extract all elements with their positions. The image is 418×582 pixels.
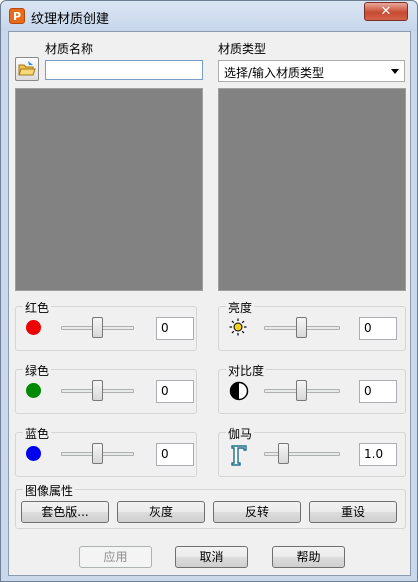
green-dot-icon: [26, 383, 41, 398]
green-group: 绿色 0: [15, 362, 197, 414]
brightness-group: 亮度 0: [218, 299, 406, 351]
folder-icon: [18, 61, 36, 76]
result-preview: [218, 88, 406, 291]
red-value-input[interactable]: 0: [156, 317, 194, 340]
help-button[interactable]: 帮助: [272, 546, 345, 568]
gamma-icon: [231, 445, 247, 466]
contrast-value-input[interactable]: 0: [359, 380, 397, 403]
blue-label: 蓝色: [23, 425, 52, 442]
apply-button[interactable]: 应用: [79, 546, 152, 568]
red-slider-thumb[interactable]: [92, 317, 103, 338]
close-button[interactable]: ✕: [364, 2, 408, 21]
blue-slider-thumb[interactable]: [92, 443, 103, 464]
blue-dot-icon: [26, 446, 41, 461]
sun-icon: [229, 318, 247, 336]
red-dot-icon: [26, 320, 41, 335]
material-name-label: 材质名称: [45, 42, 94, 56]
invert-button[interactable]: 反转: [213, 501, 301, 523]
green-slider-thumb[interactable]: [92, 380, 103, 401]
brightness-label: 亮度: [226, 299, 255, 316]
contrast-slider-thumb[interactable]: [296, 380, 307, 401]
source-preview: [15, 88, 203, 291]
blue-group: 蓝色 0: [15, 425, 197, 477]
open-folder-button[interactable]: [15, 57, 39, 81]
material-type-label: 材质类型: [218, 42, 267, 56]
cancel-button[interactable]: 取消: [175, 546, 248, 568]
app-icon: P: [9, 8, 25, 24]
dialog-window: P 纹理材质创建 ✕ 材质名称 材质类型 选择/输入材质类型 红色 0 绿色 0…: [0, 0, 418, 582]
gamma-slider-track[interactable]: [264, 452, 340, 456]
image-properties-group: 图像属性 套色版... 灰度 反转 重设: [15, 482, 406, 529]
gamma-label: 伽马: [226, 425, 255, 442]
gamma-group: 伽马 1.0: [218, 425, 406, 477]
material-name-input[interactable]: [45, 60, 203, 80]
window-title: 纹理材质创建: [31, 12, 110, 27]
gamma-slider-thumb[interactable]: [278, 443, 289, 464]
image-properties-label: 图像属性: [23, 482, 76, 499]
gamma-value-input[interactable]: 1.0: [359, 443, 397, 466]
brightness-value-input[interactable]: 0: [359, 317, 397, 340]
reset-button[interactable]: 重设: [309, 501, 397, 523]
material-type-select[interactable]: 选择/输入材质类型: [218, 60, 405, 82]
color-plate-button[interactable]: 套色版...: [21, 501, 109, 523]
contrast-label: 对比度: [226, 362, 267, 379]
red-group: 红色 0: [15, 299, 197, 351]
grayscale-button[interactable]: 灰度: [117, 501, 205, 523]
blue-value-input[interactable]: 0: [156, 443, 194, 466]
green-value-input[interactable]: 0: [156, 380, 194, 403]
dropdown-arrow-icon[interactable]: [391, 69, 399, 74]
green-label: 绿色: [23, 362, 52, 379]
material-type-value: 选择/输入材质类型: [224, 66, 325, 80]
contrast-icon: [229, 381, 249, 401]
title-bar[interactable]: P 纹理材质创建 ✕: [1, 1, 417, 31]
dialog-body: 材质名称 材质类型 选择/输入材质类型 红色 0 绿色 0 蓝色 0 亮度 0 …: [8, 31, 411, 576]
red-label: 红色: [23, 299, 52, 316]
contrast-group: 对比度 0: [218, 362, 406, 414]
brightness-slider-thumb[interactable]: [296, 317, 307, 338]
